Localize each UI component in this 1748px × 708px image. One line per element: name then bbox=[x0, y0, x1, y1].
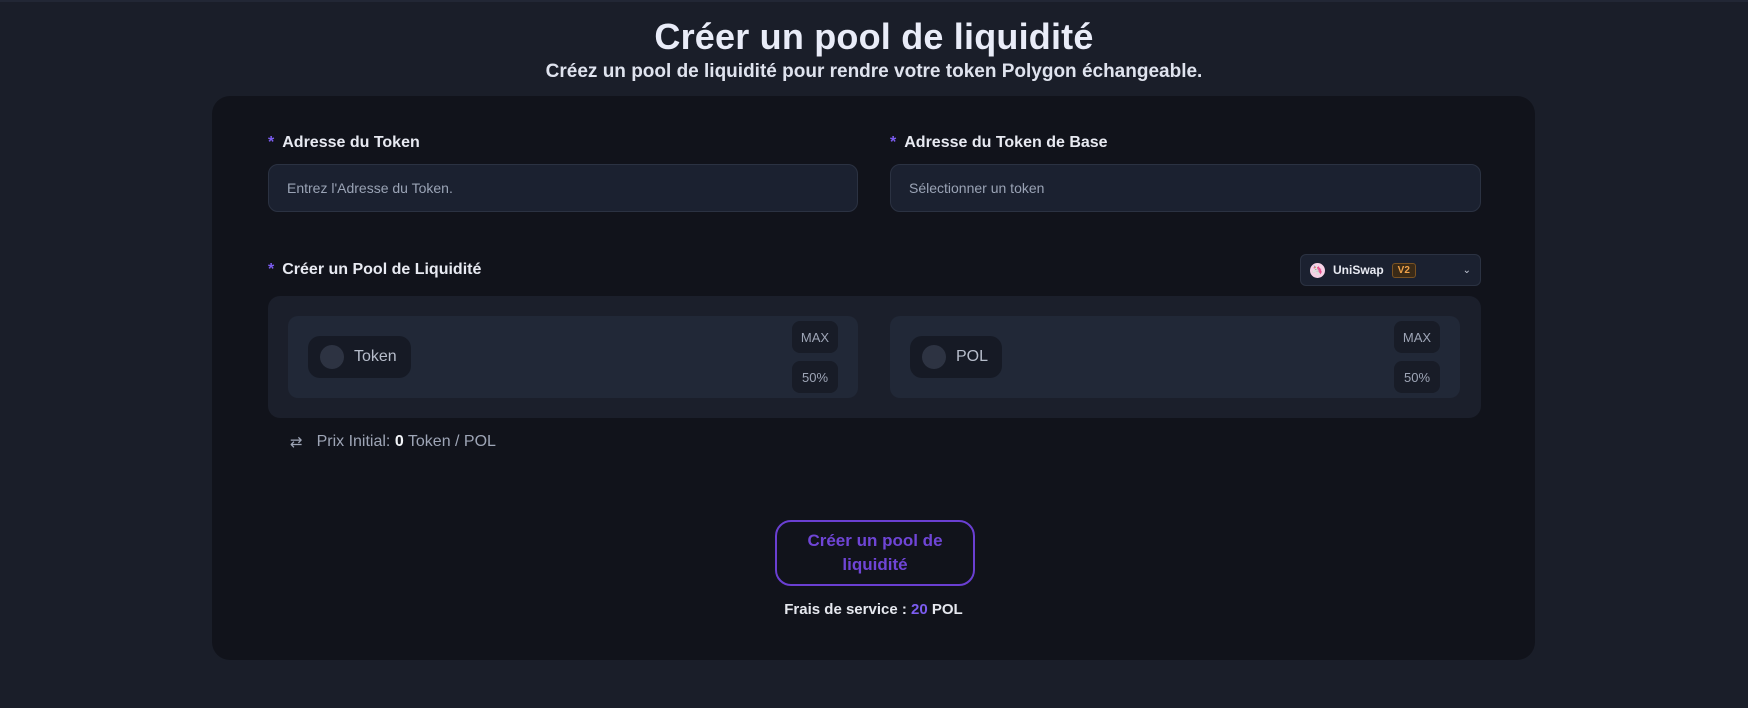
initial-price-row: ⇄ Prix Initial: 0 Token / POL bbox=[290, 433, 496, 451]
swap-arrows-icon[interactable]: ⇄ bbox=[290, 433, 303, 451]
base-token-pill[interactable]: POL bbox=[910, 336, 1003, 378]
base-token-label: * Adresse du Token de Base bbox=[890, 134, 1108, 152]
fee-label: Frais de service : bbox=[784, 601, 907, 618]
uniswap-logo-icon: 🦄 bbox=[1310, 262, 1325, 278]
token-address-input[interactable] bbox=[268, 164, 858, 212]
base-token-name: POL bbox=[956, 348, 989, 365]
dex-name: UniSwap bbox=[1333, 263, 1384, 277]
initial-price-pair: Token / POL bbox=[407, 433, 496, 450]
max-button[interactable]: MAX bbox=[1394, 321, 1440, 353]
token-icon bbox=[320, 345, 344, 369]
dex-version-badge: V2 bbox=[1391, 262, 1416, 278]
fee-amount: 20 bbox=[911, 601, 928, 618]
page-subtitle: Créez un pool de liquidité pour rendre v… bbox=[545, 61, 1203, 82]
pool-form-card: * Adresse du Token * Adresse du Token de… bbox=[212, 96, 1535, 660]
max-button[interactable]: MAX bbox=[792, 321, 838, 353]
half-button[interactable]: 50% bbox=[792, 361, 838, 393]
base-token-label-text: Adresse du Token de Base bbox=[904, 134, 1108, 151]
required-marker: * bbox=[268, 261, 275, 278]
dex-select[interactable]: 🦄 UniSwap V2 ⌄ bbox=[1300, 254, 1481, 286]
token-address-label-text: Adresse du Token bbox=[282, 134, 420, 151]
fee-unit: POL bbox=[931, 601, 963, 618]
half-button[interactable]: 50% bbox=[1394, 361, 1440, 393]
pol-token-icon bbox=[922, 345, 946, 369]
pool-label-text: Créer un Pool de Liquidité bbox=[282, 261, 482, 278]
pool-base-side: POL MAX 50% bbox=[890, 316, 1460, 398]
base-token-select[interactable]: Sélectionner un token bbox=[890, 164, 1481, 212]
page-title: Créer un pool de liquidité bbox=[654, 16, 1094, 57]
token-name: Token bbox=[354, 348, 397, 365]
top-border bbox=[0, 0, 1748, 2]
initial-price-value: 0 bbox=[394, 433, 404, 450]
initial-price-text: Prix Initial: 0 Token / POL bbox=[317, 433, 496, 451]
required-marker: * bbox=[268, 134, 275, 151]
token-address-label: * Adresse du Token bbox=[268, 134, 420, 152]
chevron-down-icon: ⌄ bbox=[1462, 264, 1471, 276]
initial-price-label: Prix Initial: bbox=[316, 433, 391, 450]
pool-label: * Créer un Pool de Liquidité bbox=[268, 261, 481, 279]
token-select-pill[interactable]: Token bbox=[308, 336, 411, 378]
base-token-placeholder: Sélectionner un token bbox=[909, 180, 1045, 196]
required-marker: * bbox=[890, 134, 897, 151]
pool-amounts-panel: Token MAX 50% POL MAX 50% bbox=[268, 296, 1481, 418]
pool-token-side: Token MAX 50% bbox=[288, 316, 858, 398]
create-pool-button[interactable]: Créer un pool de liquidité bbox=[775, 520, 975, 586]
service-fee: Frais de service : 20 POL bbox=[212, 601, 1535, 618]
